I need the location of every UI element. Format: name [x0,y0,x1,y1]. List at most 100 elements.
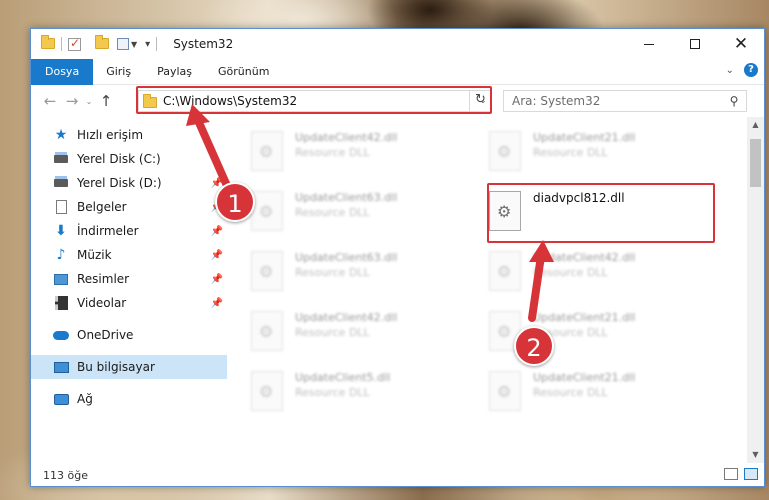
back-arrow-icon[interactable]: ← [39,92,61,110]
sidebar-item-label: Bu bilgisayar [77,360,155,374]
pin-icon[interactable]: 📌 [211,250,223,261]
recent-locations-icon[interactable]: ⌄ [83,97,95,106]
tab-paylas[interactable]: Paylaş [144,59,205,85]
dll-file-icon [489,251,521,291]
file-item-diadvpcl812[interactable]: diadvpcl812.dll [489,187,709,243]
chevron-down-icon[interactable]: ▼ [131,40,137,49]
scroll-up-icon[interactable]: ▲ [747,117,764,133]
pin-icon[interactable]: 📌 [211,226,223,237]
minimize-button[interactable] [626,29,672,59]
title-bar: ▼ ▾ System32 ✕ [31,29,764,59]
file-name: UpdateClient5.dll [295,371,391,384]
folder-icon [41,35,55,50]
file-name: UpdateClient63.dll [295,251,398,264]
this-pc-icon [53,359,69,375]
sidebar-item-this-pc[interactable]: Bu bilgisayar [31,355,227,379]
file-name: UpdateClient21.dll [533,311,636,324]
large-icons-view-icon[interactable] [744,468,758,480]
help-icon[interactable]: ? [744,63,758,77]
search-input[interactable] [512,94,722,108]
refresh-button[interactable]: ↻ [469,90,491,112]
details-view-icon[interactable] [724,468,738,480]
close-icon: ✕ [733,33,749,54]
sidebar-item-downloads[interactable]: ⬇ İndirmeler 📌 [31,219,227,243]
tab-giris[interactable]: Giriş [93,59,144,85]
sidebar-item-label: İndirmeler [77,224,139,238]
file-item[interactable]: UpdateClient21.dll Resource DLL [489,367,709,423]
search-icon[interactable]: ⚲ [722,94,746,108]
maximize-icon [690,39,700,49]
forward-arrow-icon[interactable]: → [61,92,83,110]
file-type: Resource DLL [295,326,370,339]
sidebar-item-label: Müzik [77,248,112,262]
network-icon [53,391,69,407]
maximize-button[interactable] [672,29,718,59]
sidebar-item-pictures[interactable]: Resimler 📌 [31,267,227,291]
ribbon-tabs: Dosya Giriş Paylaş Görünüm ⌄ ? [31,58,764,85]
refresh-icon: ↻ [475,92,486,107]
scroll-thumb[interactable] [750,139,761,187]
sidebar-item-quick-access[interactable]: ★ Hızlı erişim [31,123,227,147]
sidebar-item-label: Ağ [77,392,93,406]
onedrive-icon [53,327,69,343]
file-name: UpdateClient21.dll [533,131,636,144]
up-arrow-icon[interactable]: ↑ [95,92,117,110]
quick-access-toolbar-icon[interactable] [117,38,129,50]
file-name: UpdateClient42.dll [295,311,398,324]
sidebar-item-onedrive[interactable]: OneDrive [31,323,227,347]
file-type: Resource DLL [533,386,608,399]
expand-ribbon-icon[interactable]: ⌄ [726,65,734,76]
music-icon: ♪ [56,247,66,263]
file-type: Resource DLL [295,266,370,279]
tab-dosya[interactable]: Dosya [31,58,94,85]
drive-icon [53,175,69,191]
sidebar-item-label: Yerel Disk (C:) [77,152,161,166]
file-item[interactable]: UpdateClient21.dll Resource DLL [489,127,709,183]
star-icon: ★ [54,127,68,143]
sidebar-item-videos[interactable]: Videolar 📌 [31,291,227,315]
item-count: 113 öğe [43,468,88,482]
callout-2: 2 [514,326,554,366]
dll-file-icon [489,191,521,231]
sidebar-item-documents[interactable]: Belgeler 📌 [31,195,227,219]
file-name: diadvpcl812.dll [533,191,625,205]
sidebar-item-local-disk-c[interactable]: Yerel Disk (C:) [31,147,227,171]
file-name: UpdateClient21.dll [533,371,636,384]
videos-icon [53,295,69,311]
file-item[interactable]: UpdateClient42.dll Resource DLL [251,307,471,363]
folder-icon [143,93,157,108]
customize-toolbar-icon[interactable]: ▾ [145,39,150,50]
sidebar-item-network[interactable]: Ağ [31,387,227,411]
file-item[interactable]: UpdateClient63.dll Resource DLL [251,247,471,303]
sidebar-item-local-disk-d[interactable]: Yerel Disk (D:) 📌 [31,171,227,195]
sidebar-item-label: Belgeler [77,200,127,214]
scroll-down-icon[interactable]: ▼ [747,447,764,463]
file-item[interactable]: UpdateClient5.dll Resource DLL [251,367,471,423]
address-bar[interactable]: C:\Windows\System32 ⌄ [138,90,492,112]
sidebar-item-label: Yerel Disk (D:) [77,176,162,190]
file-item[interactable]: UpdateClient63.dll Resource DLL [251,187,471,243]
vertical-scrollbar[interactable]: ▲ ▼ [747,117,764,463]
ribbon-right-controls: ⌄ ? [726,63,758,77]
file-name: UpdateClient42.dll [533,251,636,264]
file-name: UpdateClient42.dll [295,131,398,144]
search-box[interactable]: ⚲ [503,90,747,112]
quick-access-separator [61,37,62,51]
new-folder-icon[interactable] [95,35,109,50]
pin-icon[interactable]: 📌 [211,298,223,309]
dll-file-icon [489,131,521,171]
file-item[interactable]: UpdateClient42.dll Resource DLL [489,247,709,303]
properties-check-icon[interactable] [68,36,81,51]
pin-icon[interactable]: 📌 [211,274,223,285]
sidebar-item-label: Hızlı erişim [77,128,144,142]
file-type: Resource DLL [533,146,608,159]
sidebar-item-music[interactable]: ♪ Müzik 📌 [31,243,227,267]
close-button[interactable]: ✕ [718,29,764,59]
tab-gorunum[interactable]: Görünüm [205,59,282,85]
address-path[interactable]: C:\Windows\System32 [163,94,475,108]
file-type: Resource DLL [295,386,370,399]
file-item[interactable]: UpdateClient42.dll Resource DLL [251,127,471,183]
